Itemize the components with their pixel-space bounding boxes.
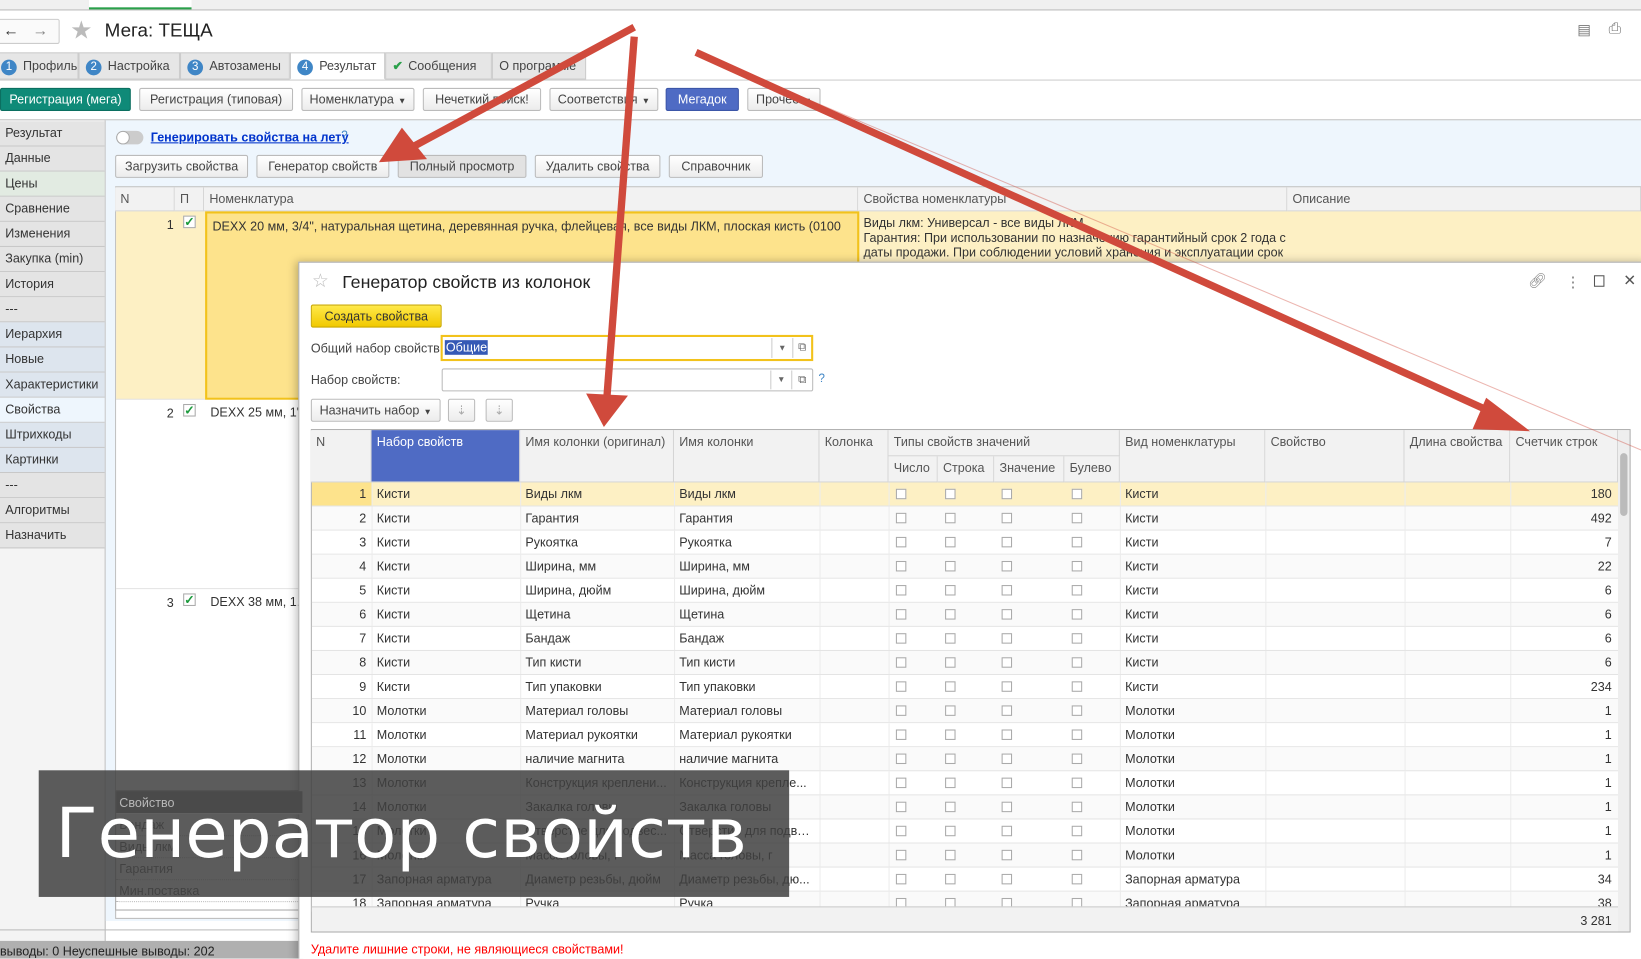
arrow-to-column-name [603, 36, 638, 396]
arrow-to-generator-button [411, 23, 636, 150]
app-window: ← → ★ Мега: ТЕЩА ▤ ⎙ 1 Профиль 2 Настройка 3… [0, 0, 1641, 959]
arrow-to-row-counter [694, 48, 1497, 417]
property-list-header: Свойство [116, 791, 303, 815]
arrowhead [586, 393, 628, 428]
thin-arrow-line [695, 51, 1641, 451]
annotation-arrows [378, 23, 1641, 451]
arrowhead [1472, 397, 1531, 432]
